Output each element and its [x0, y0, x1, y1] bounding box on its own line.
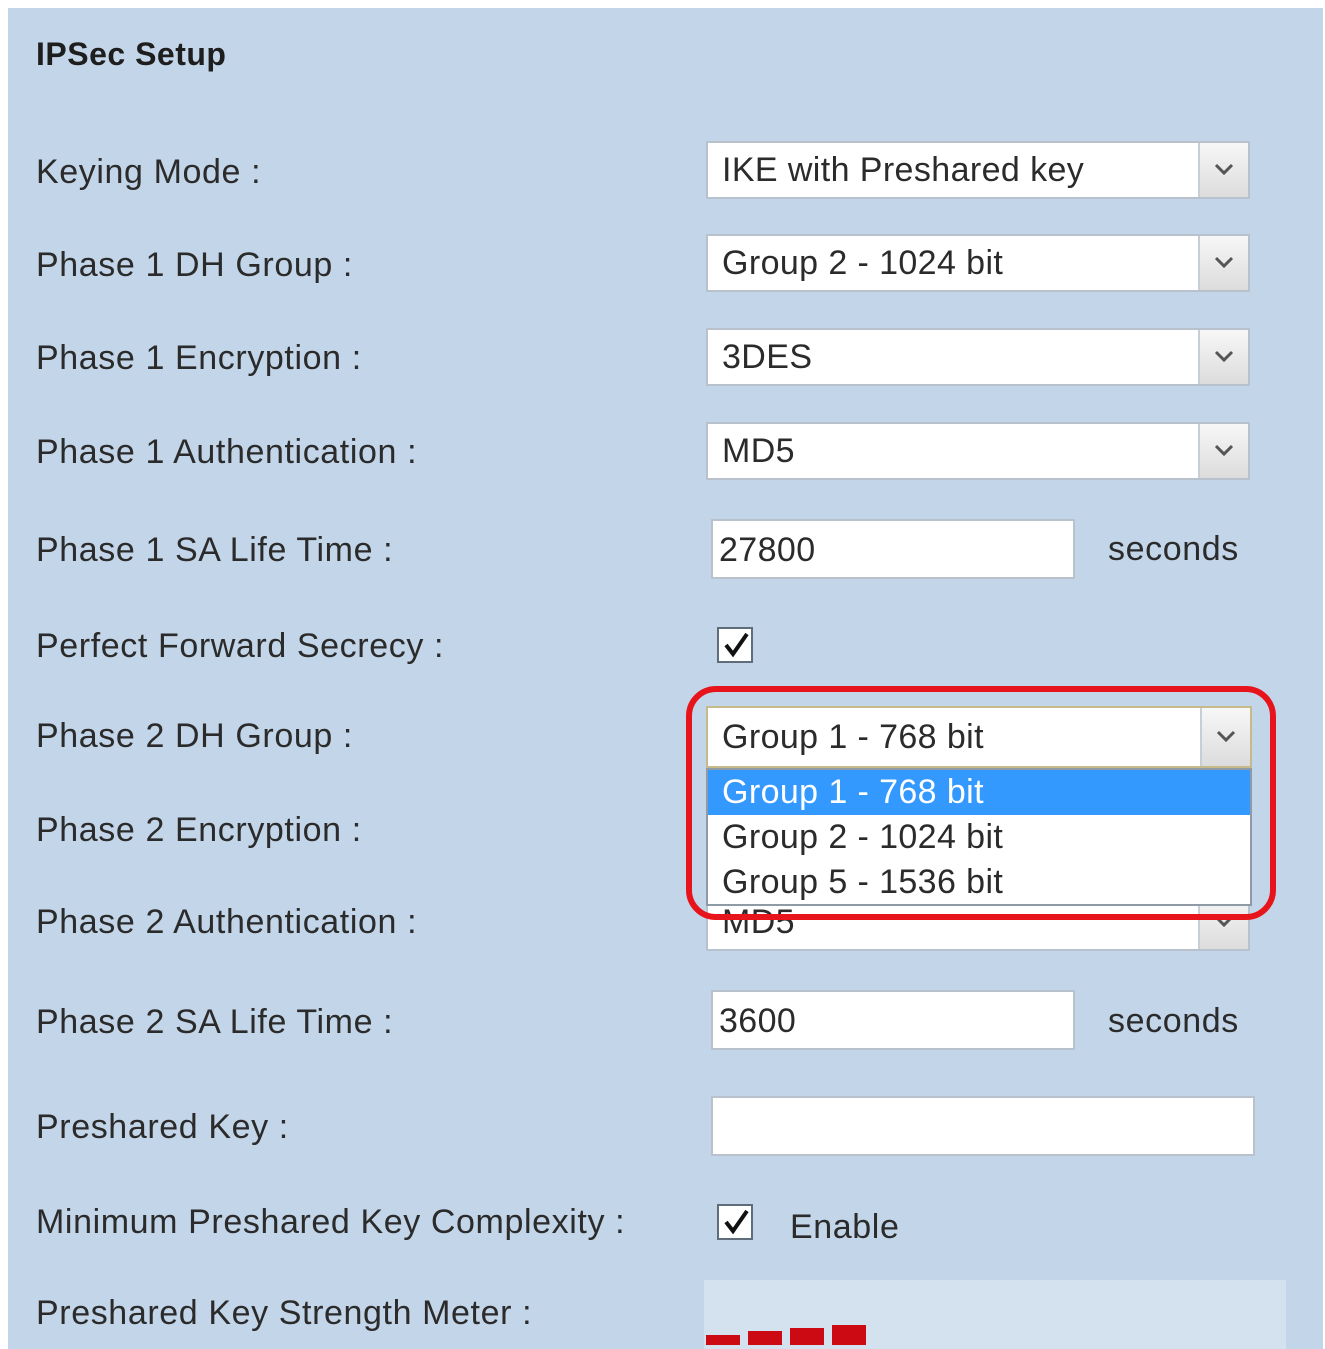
p1-dh-group-label: Phase 1 DH Group : [36, 246, 353, 284]
p1-sa-life-unit: seconds [1108, 530, 1239, 568]
keying-mode-dropdown-button[interactable] [1198, 143, 1248, 197]
p1-encryption-dropdown-button[interactable] [1198, 330, 1248, 384]
chevron-down-icon [1214, 444, 1234, 457]
p1-auth-value: MD5 [722, 432, 795, 470]
keying-mode-value: IKE with Preshared key [722, 151, 1085, 189]
min-complexity-checkbox[interactable] [717, 1204, 753, 1240]
section-title: IPSec Setup [36, 36, 227, 72]
preshared-key-label: Preshared Key : [36, 1108, 289, 1146]
p1-dh-group-dropdown-button[interactable] [1198, 236, 1248, 290]
strength-meter-segment-3 [790, 1328, 824, 1345]
p1-dh-group-select[interactable]: Group 2 - 1024 bit [706, 234, 1250, 292]
check-icon [724, 632, 749, 658]
p1-auth-select[interactable]: MD5 [706, 422, 1250, 480]
p1-sa-life-label: Phase 1 SA Life Time : [36, 531, 394, 569]
p1-encryption-label: Phase 1 Encryption : [36, 339, 362, 377]
p2-sa-life-input[interactable]: 3600 [711, 990, 1075, 1050]
min-complexity-label: Minimum Preshared Key Complexity : [36, 1203, 626, 1241]
p2-encryption-label: Phase 2 Encryption : [36, 811, 362, 849]
keying-mode-select[interactable]: IKE with Preshared key [706, 141, 1250, 199]
highlight-annotation [686, 686, 1276, 920]
p1-sa-life-input[interactable]: 27800 [711, 519, 1075, 579]
p1-encryption-value: 3DES [722, 338, 813, 376]
strength-meter-segment-1 [706, 1335, 740, 1345]
p2-sa-life-value: 3600 [719, 1002, 797, 1040]
pfs-label: Perfect Forward Secrecy : [36, 627, 445, 665]
chevron-down-icon [1214, 256, 1234, 269]
check-icon [724, 1209, 749, 1235]
p2-dh-group-label: Phase 2 DH Group : [36, 717, 353, 755]
p1-encryption-select[interactable]: 3DES [706, 328, 1250, 386]
strength-meter-label: Preshared Key Strength Meter : [36, 1294, 533, 1332]
p2-sa-life-label: Phase 2 SA Life Time : [36, 1003, 394, 1041]
p1-auth-dropdown-button[interactable] [1198, 424, 1248, 478]
p2-sa-life-unit: seconds [1108, 1002, 1239, 1040]
p2-auth-label: Phase 2 Authentication : [36, 903, 418, 941]
min-complexity-enable-label: Enable [790, 1208, 900, 1246]
strength-meter [704, 1280, 1286, 1349]
p1-auth-label: Phase 1 Authentication : [36, 433, 418, 471]
preshared-key-input[interactable] [711, 1096, 1255, 1156]
p1-sa-life-value: 27800 [719, 531, 816, 569]
chevron-down-icon [1214, 163, 1234, 176]
pfs-checkbox[interactable] [717, 627, 753, 663]
keying-mode-label: Keying Mode : [36, 153, 262, 191]
strength-meter-segment-2 [748, 1331, 782, 1345]
chevron-down-icon [1214, 350, 1234, 363]
p1-dh-group-value: Group 2 - 1024 bit [722, 244, 1004, 282]
strength-meter-segment-4 [832, 1325, 866, 1345]
